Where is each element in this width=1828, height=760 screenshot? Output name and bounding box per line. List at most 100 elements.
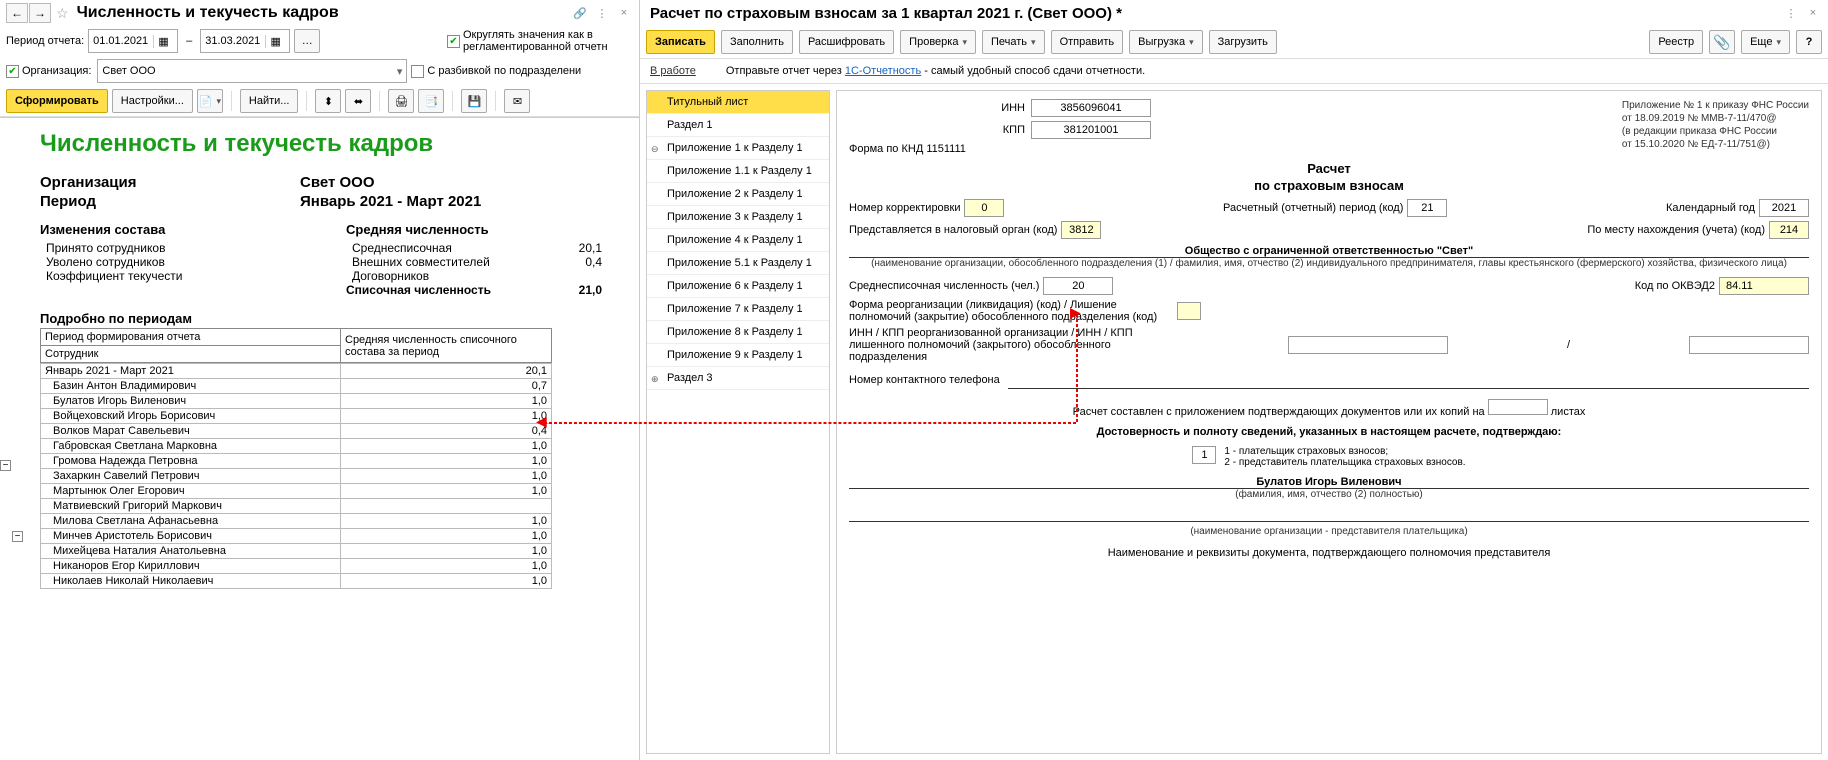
status-link[interactable]: В работе bbox=[650, 65, 696, 77]
settings-button[interactable]: Настройки... bbox=[112, 89, 193, 113]
date-from-input[interactable]: 01.01.2021 ▦ bbox=[88, 29, 178, 53]
round-checkbox[interactable]: Округлять значения как в регламентирован… bbox=[447, 29, 633, 53]
coeff-label: Коэффициент текучести bbox=[46, 269, 346, 283]
doc-button[interactable]: 📑 bbox=[418, 89, 444, 113]
templates-button[interactable]: 📄 bbox=[197, 89, 223, 113]
table-row: Матвиевский Григорий Маркович bbox=[41, 499, 552, 514]
knd-label: Форма по КНД 1151111 bbox=[849, 143, 1151, 155]
section-label: Приложение 7 к Разделу 1 bbox=[667, 303, 803, 315]
list-total-value: 21,0 bbox=[542, 283, 602, 297]
print-button[interactable]: 🖨 bbox=[388, 89, 414, 113]
1c-link[interactable]: 1С-Отчетность bbox=[845, 65, 921, 77]
section-item[interactable]: ⊖Приложение 1 к Разделу 1 bbox=[647, 137, 829, 160]
inn-field[interactable]: 3856096041 bbox=[1031, 99, 1151, 117]
check-button[interactable]: Проверка bbox=[900, 30, 976, 54]
round-label: Округлять значения как в регламентирован… bbox=[463, 29, 633, 53]
tax-org-field[interactable]: 3812 bbox=[1061, 221, 1101, 239]
employee-value: 1,0 bbox=[341, 394, 552, 409]
section-item[interactable]: Приложение 6 к Разделу 1 bbox=[647, 275, 829, 298]
section-item[interactable]: Приложение 2 к Разделу 1 bbox=[647, 183, 829, 206]
close-icon[interactable]: × bbox=[615, 4, 633, 22]
section-item[interactable]: Приложение 4 к Разделу 1 bbox=[647, 229, 829, 252]
year-field[interactable]: 2021 bbox=[1759, 199, 1809, 217]
employee-name: Захаркин Савелий Петрович bbox=[41, 469, 341, 484]
rep-org-line[interactable] bbox=[849, 504, 1809, 522]
table-row: Габровская Светлана Марковна1,0 bbox=[41, 439, 552, 454]
phone-field[interactable] bbox=[1008, 371, 1809, 389]
okved-field[interactable]: 84.11 bbox=[1719, 277, 1809, 295]
section-item[interactable]: Приложение 1.1 к Разделу 1 bbox=[647, 160, 829, 183]
section-label: Приложение 2 к Разделу 1 bbox=[667, 188, 803, 200]
section-item[interactable]: Титульный лист bbox=[647, 91, 829, 114]
registry-button[interactable]: Реестр bbox=[1649, 30, 1703, 54]
form-button[interactable]: Сформировать bbox=[6, 89, 108, 113]
auth-header: Достоверность и полноту сведений, указан… bbox=[849, 426, 1809, 438]
col-employee: Сотрудник bbox=[41, 346, 341, 363]
employee-value: 1,0 bbox=[341, 484, 552, 499]
year-label: Календарный год bbox=[1666, 202, 1755, 214]
org-combo[interactable]: Свет ООО ▾ bbox=[97, 59, 407, 83]
back-button[interactable]: ← bbox=[6, 3, 28, 23]
employee-name: Михейцева Наталия Анатольевна bbox=[41, 544, 341, 559]
help-button[interactable]: ? bbox=[1796, 30, 1822, 54]
employee-value: 1,0 bbox=[341, 409, 552, 424]
more-button[interactable]: Еще bbox=[1741, 30, 1790, 54]
corr-field[interactable]: 0 bbox=[964, 199, 1004, 217]
collapse-button[interactable]: ⬌ bbox=[345, 89, 371, 113]
section-item[interactable]: Приложение 8 к Разделу 1 bbox=[647, 321, 829, 344]
employee-value: 1,0 bbox=[341, 544, 552, 559]
employee-name: Матвиевский Григорий Маркович bbox=[41, 499, 341, 514]
avg-emp-field[interactable]: 20 bbox=[1043, 277, 1113, 295]
inn-reorg-field[interactable] bbox=[1288, 336, 1448, 354]
kpp-field[interactable]: 381201001 bbox=[1031, 121, 1151, 139]
auth-code-field[interactable]: 1 bbox=[1192, 446, 1216, 464]
section-item[interactable]: Приложение 7 к Разделу 1 bbox=[647, 298, 829, 321]
place-field[interactable]: 214 bbox=[1769, 221, 1809, 239]
expand-icon[interactable]: ⊖ bbox=[651, 144, 659, 155]
section-item[interactable]: ⊕Раздел 3 bbox=[647, 367, 829, 390]
expand-button[interactable]: ⬍ bbox=[315, 89, 341, 113]
reorg-field[interactable] bbox=[1177, 302, 1201, 320]
save-button[interactable]: 💾 bbox=[461, 89, 487, 113]
load-button[interactable]: Загрузить bbox=[1209, 30, 1277, 54]
close-icon[interactable]: × bbox=[1804, 4, 1822, 22]
find-button[interactable]: Найти... bbox=[240, 89, 299, 113]
menu-icon[interactable]: ⋮ bbox=[1782, 4, 1800, 22]
attach-button[interactable]: 📎 bbox=[1709, 30, 1735, 54]
favorite-icon[interactable]: ☆ bbox=[56, 5, 69, 22]
link-icon[interactable]: 🔗 bbox=[571, 4, 589, 22]
section-label: Титульный лист bbox=[667, 96, 748, 108]
breakdown-label: С разбивкой по подразделени bbox=[427, 65, 581, 77]
forward-button[interactable]: → bbox=[29, 3, 51, 23]
section-item[interactable]: Приложение 9 к Разделу 1 bbox=[647, 344, 829, 367]
columns-table: Период формирования отчета Средняя числе… bbox=[40, 328, 552, 363]
write-button[interactable]: Записать bbox=[646, 30, 715, 54]
calendar-icon[interactable]: ▦ bbox=[265, 35, 285, 48]
expand-icon[interactable]: ⊕ bbox=[651, 374, 659, 385]
tree-collapse-icon[interactable]: − bbox=[12, 531, 23, 542]
attach-pages-field[interactable] bbox=[1488, 399, 1548, 415]
section-item[interactable]: Приложение 3 к Разделу 1 bbox=[647, 206, 829, 229]
org-checkbox[interactable]: Организация: bbox=[6, 65, 91, 78]
phone-label: Номер контактного телефона bbox=[849, 374, 1000, 386]
print-button[interactable]: Печать bbox=[982, 30, 1045, 54]
period-code-field[interactable]: 21 bbox=[1407, 199, 1447, 217]
period-select-button[interactable]: … bbox=[294, 29, 320, 53]
left-titlebar: ← → ☆ Численность и текучесть кадров 🔗 ⋮… bbox=[0, 0, 639, 26]
table-row: Минчев Аристотель Борисович1,0 bbox=[41, 529, 552, 544]
explain-button[interactable]: Расшифровать bbox=[799, 30, 894, 54]
section-item[interactable]: Приложение 5.1 к Разделу 1 bbox=[647, 252, 829, 275]
table-row: Николаев Николай Николаевич1,0 bbox=[41, 574, 552, 589]
upload-button[interactable]: Выгрузка bbox=[1129, 30, 1203, 54]
fill-button[interactable]: Заполнить bbox=[721, 30, 793, 54]
calendar-icon[interactable]: ▦ bbox=[153, 35, 173, 48]
date-to-input[interactable]: 31.03.2021 ▦ bbox=[200, 29, 290, 53]
send-button[interactable]: Отправить bbox=[1051, 30, 1124, 54]
section-item[interactable]: Раздел 1 bbox=[647, 114, 829, 137]
menu-icon[interactable]: ⋮ bbox=[593, 4, 611, 22]
kpp-reorg-field[interactable] bbox=[1689, 336, 1809, 354]
mail-button[interactable]: ✉ bbox=[504, 89, 530, 113]
tree-collapse-icon[interactable]: − bbox=[0, 460, 11, 471]
table-row: Волков Марат Савельевич0,4 bbox=[41, 424, 552, 439]
breakdown-checkbox[interactable]: С разбивкой по подразделени bbox=[411, 65, 581, 78]
